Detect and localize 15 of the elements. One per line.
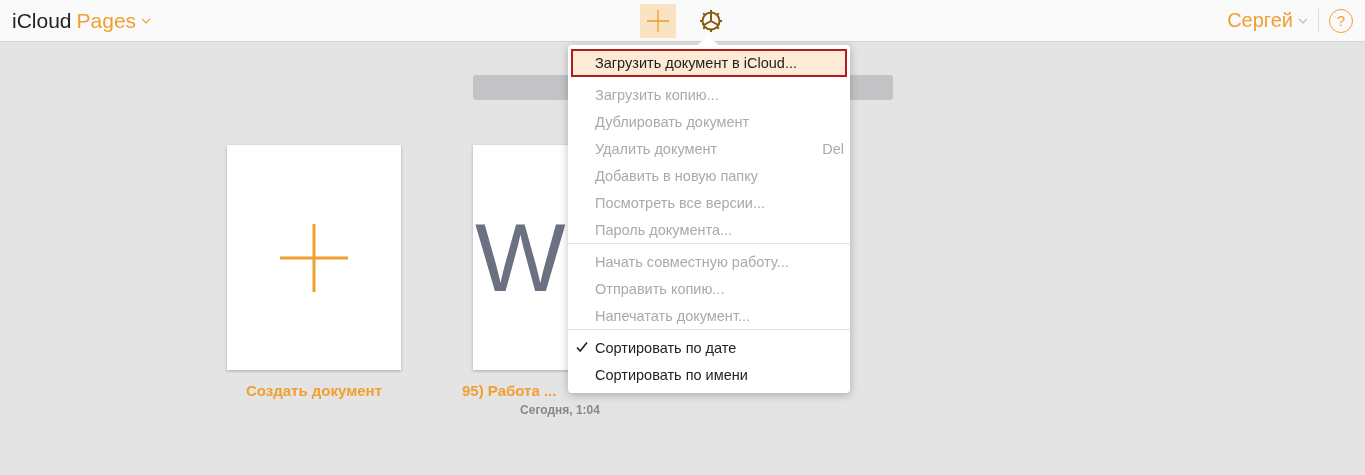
menu-item[interactable]: Дублировать документ [568, 108, 850, 135]
new-document-card[interactable] [227, 145, 401, 370]
user-menu[interactable]: Сергей [1227, 9, 1308, 32]
thumbnail-letter: W [475, 209, 566, 306]
document-label[interactable]: 95) Работа ... [462, 382, 557, 399]
chevron-icon [141, 17, 152, 24]
gear-icon [697, 7, 724, 34]
app-name[interactable]: Pages [76, 8, 137, 33]
plus-icon [280, 223, 348, 292]
menu-item[interactable]: Загрузить документ в iCloud... [571, 49, 847, 77]
brand-name: iCloud [12, 8, 72, 33]
add-button[interactable] [639, 3, 676, 38]
chevron-icon [1298, 17, 1308, 24]
document-label[interactable]: Создать документ [245, 382, 382, 399]
document-date: Сегодня, 1:04 [520, 403, 600, 417]
